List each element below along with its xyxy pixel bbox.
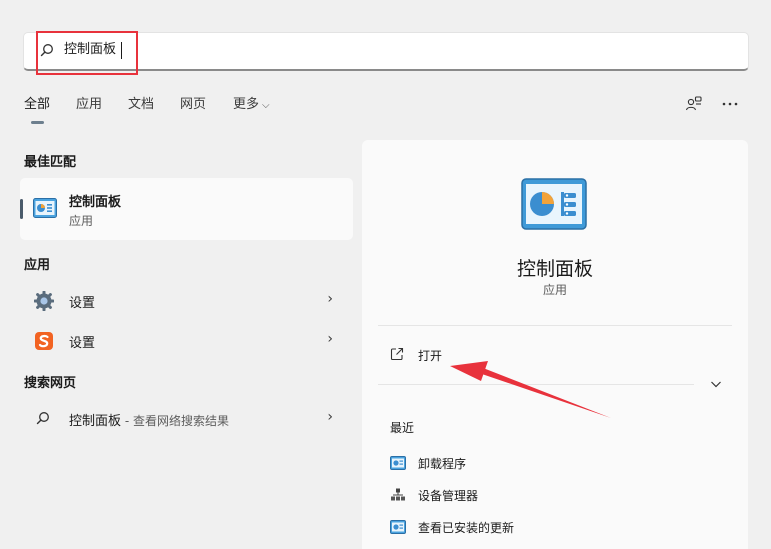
search-icon	[36, 412, 49, 425]
control-panel-icon	[390, 456, 406, 470]
chevron-down-icon[interactable]	[708, 376, 724, 392]
best-match-name: 控制面板	[69, 195, 122, 210]
tab-more-label: 更多	[233, 97, 260, 112]
web-search-heading: 搜索网页	[24, 376, 77, 391]
divider	[378, 325, 732, 326]
device-manager-icon	[391, 488, 405, 501]
tab-apps[interactable]: 应用	[76, 97, 102, 113]
app-result-settings-sogou[interactable]: 设置 ›	[20, 322, 353, 358]
recent-item-uninstall[interactable]: 卸载程序	[390, 454, 730, 474]
recent-item-label: 卸载程序	[418, 457, 467, 471]
chevron-right-icon[interactable]: ›	[327, 291, 333, 307]
settings-gear-icon	[34, 291, 54, 311]
more-options-icon[interactable]	[721, 95, 739, 113]
tab-more[interactable]: 更多 ⌵	[233, 97, 270, 114]
chevron-right-icon[interactable]: ›	[327, 331, 333, 347]
active-tab-indicator	[31, 121, 44, 124]
chevron-down-icon: ⌵	[262, 100, 270, 111]
highlight-box-annotation	[36, 31, 138, 75]
app-result-label: 设置	[69, 336, 96, 351]
account-switch-icon[interactable]	[685, 95, 703, 113]
chevron-right-icon[interactable]: ›	[327, 409, 333, 425]
recent-item-installed-updates[interactable]: 查看已安装的更新	[390, 518, 730, 538]
control-panel-large-icon	[521, 178, 587, 230]
best-match-heading: 最佳匹配	[24, 155, 77, 170]
detail-type: 应用	[542, 283, 567, 297]
selection-indicator	[20, 199, 23, 219]
best-match-type: 应用	[69, 214, 94, 228]
tab-all[interactable]: 全部	[24, 97, 50, 113]
web-search-result[interactable]: 控制面板 - 查看网络搜索结果 ›	[20, 400, 353, 436]
recent-heading: 最近	[390, 421, 415, 435]
app-result-settings[interactable]: 设置 ›	[20, 282, 353, 318]
recent-item-label: 查看已安装的更新	[418, 521, 515, 535]
recent-item-device-manager[interactable]: 设备管理器	[390, 486, 730, 506]
open-button[interactable]: 打开	[418, 347, 442, 364]
tab-documents[interactable]: 文档	[128, 97, 154, 113]
web-search-suffix: - 查看网络搜索结果	[121, 414, 229, 428]
detail-title: 控制面板	[516, 258, 593, 280]
divider	[378, 384, 694, 385]
web-search-label: 控制面板 - 查看网络搜索结果	[69, 410, 229, 429]
web-search-query: 控制面板	[69, 414, 122, 429]
sogou-s-icon	[35, 332, 53, 350]
control-panel-icon	[33, 198, 57, 218]
tab-web[interactable]: 网页	[180, 97, 206, 113]
apps-heading: 应用	[24, 258, 51, 273]
control-panel-icon	[390, 520, 406, 534]
recent-item-label: 设备管理器	[418, 489, 479, 503]
app-result-label: 设置	[69, 296, 96, 311]
open-external-icon[interactable]	[390, 347, 404, 361]
